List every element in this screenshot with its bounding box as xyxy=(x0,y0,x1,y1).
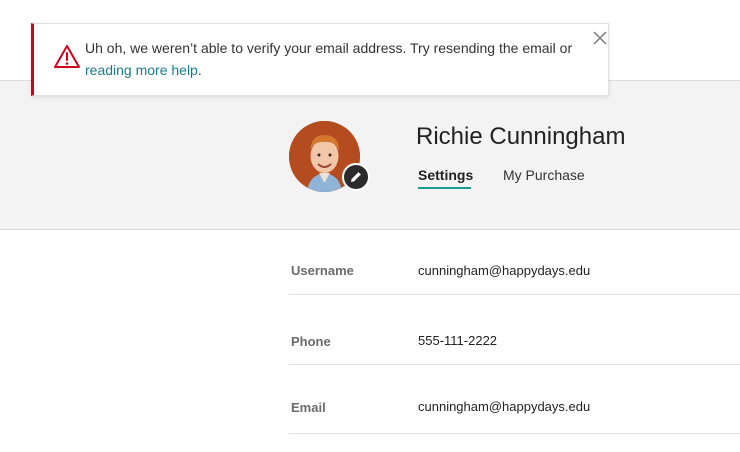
email-label: Email xyxy=(291,400,326,415)
close-icon[interactable] xyxy=(592,30,608,46)
username-row: Username cunningham@happydays.edu xyxy=(289,230,740,295)
active-tab-indicator xyxy=(418,187,471,189)
username-label: Username xyxy=(291,263,354,278)
alert-message: Uh oh, we weren’t able to verify your em… xyxy=(85,37,585,81)
tab-settings[interactable]: Settings xyxy=(418,166,473,184)
profile-name: Richie Cunningham xyxy=(416,123,626,150)
phone-value: 555-111-2222 xyxy=(418,333,498,348)
reading-more-help-link[interactable]: reading more help xyxy=(85,62,198,78)
edit-avatar-button[interactable] xyxy=(342,163,370,191)
phone-row: Phone 555-111-2222 xyxy=(289,300,740,365)
phone-label: Phone xyxy=(291,334,331,349)
tab-my-purchase[interactable]: My Purchase xyxy=(503,166,585,184)
alert-message-text: Uh oh, we weren’t able to verify your em… xyxy=(85,40,573,56)
warning-triangle-icon xyxy=(54,45,80,68)
profile-header xyxy=(0,81,740,230)
email-value: cunningham@happydays.edu xyxy=(418,399,591,414)
pencil-icon xyxy=(351,172,361,182)
email-row: Email cunningham@happydays.edu xyxy=(289,370,740,434)
username-value: cunningham@happydays.edu xyxy=(418,263,591,278)
alert-message-suffix: . xyxy=(197,62,202,78)
email-verification-alert: Uh oh, we weren’t able to verify your em… xyxy=(31,23,609,96)
